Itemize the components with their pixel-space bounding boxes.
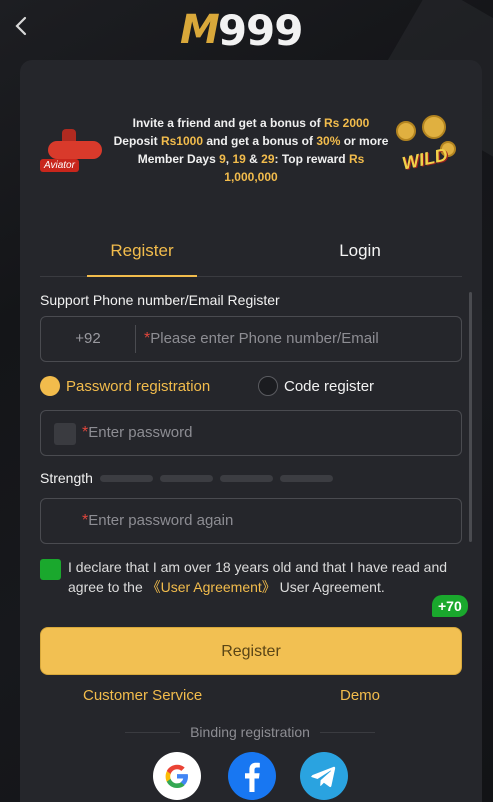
radio-label: Code register: [284, 377, 375, 395]
user-agreement-link[interactable]: 《User Agreement》: [147, 579, 276, 595]
wild-text: WILD: [400, 144, 450, 174]
password-placeholder: Enter password: [88, 424, 193, 441]
chevron-left-icon: [15, 16, 27, 36]
strength-bar: [279, 474, 333, 482]
strength-bar: [99, 474, 153, 482]
promo-line-1: Invite a friend and get a bonus of Rs 20…: [132, 116, 370, 130]
password-field[interactable]: *Enter password: [40, 410, 462, 456]
phone-input[interactable]: *Please enter Phone number/Email: [144, 317, 379, 361]
coin-icon: [396, 121, 416, 141]
telegram-button[interactable]: [300, 752, 348, 800]
radio-password-registration[interactable]: Password registration: [40, 376, 210, 396]
section-label: Support Phone number/Email Register: [40, 292, 280, 308]
agreement-checkbox[interactable]: [40, 559, 61, 580]
register-card: Aviator Invite a friend and get a bonus …: [20, 60, 482, 802]
telegram-icon: [311, 766, 336, 788]
password-strength: Strength: [40, 469, 462, 487]
radio-unselected-icon: [258, 376, 278, 396]
promo-line-3: Member Days 9, 19 & 29: Top reward Rs 1,…: [137, 152, 365, 184]
wild-graphic: WILD: [392, 115, 462, 185]
google-icon: [165, 764, 188, 788]
phone-email-field[interactable]: +92 *Please enter Phone number/Email: [40, 316, 462, 362]
password-again-placeholder: Enter password again: [88, 512, 234, 529]
divider-line: [125, 731, 181, 733]
password-again-input[interactable]: *Enter password again: [82, 499, 233, 543]
agreement-text: I declare that I am over 18 years old an…: [68, 559, 448, 595]
facebook-icon: [245, 762, 260, 792]
promo-banner[interactable]: Aviator Invite a friend and get a bonus …: [40, 105, 462, 195]
logo-number: 999: [217, 5, 304, 55]
scrollbar[interactable]: [469, 292, 472, 542]
logo-m: M: [180, 7, 220, 53]
strength-bar: [159, 474, 213, 482]
coin-icon: [422, 115, 446, 139]
tab-login[interactable]: Login: [305, 233, 415, 277]
promo-line-2: Deposit Rs1000 and get a bonus of 30% or…: [113, 134, 389, 148]
customer-service-link[interactable]: Customer Service: [83, 687, 202, 704]
aviator-tag: Aviator: [40, 159, 79, 172]
strength-bar: [219, 474, 273, 482]
plane-icon: [48, 141, 102, 159]
facebook-button[interactable]: [228, 752, 276, 800]
m999-logo: M 999: [180, 5, 330, 55]
binding-label: Binding registration: [190, 724, 310, 740]
top-bar: M 999: [0, 0, 493, 60]
radio-code-register[interactable]: Code register: [258, 376, 374, 396]
tab-register[interactable]: Register: [87, 233, 197, 277]
strength-label: Strength: [40, 470, 93, 486]
register-button[interactable]: Register: [40, 627, 462, 675]
agreement: I declare that I am over 18 years old an…: [40, 557, 462, 597]
phone-placeholder: Please enter Phone number/Email: [150, 330, 379, 347]
google-button[interactable]: [153, 752, 201, 800]
bonus-badge: +70: [432, 595, 468, 617]
demo-link[interactable]: Demo: [340, 687, 380, 704]
promo-text: Invite a friend and get a bonus of Rs 20…: [110, 114, 392, 186]
radio-label: Password registration: [66, 377, 211, 395]
registration-mode: Password registration Code register: [40, 376, 462, 398]
divider-line: [319, 731, 376, 733]
back-button[interactable]: [10, 12, 34, 40]
auth-tabs: Register Login: [40, 233, 462, 277]
password-input[interactable]: *Enter password: [82, 411, 192, 455]
binding-divider: Binding registration: [125, 723, 376, 741]
password-again-field[interactable]: *Enter password again: [40, 498, 462, 544]
lock-icon: [54, 423, 76, 445]
aviator-graphic: Aviator: [40, 115, 110, 185]
country-code[interactable]: +92: [41, 325, 136, 353]
radio-selected-icon: [40, 376, 60, 396]
